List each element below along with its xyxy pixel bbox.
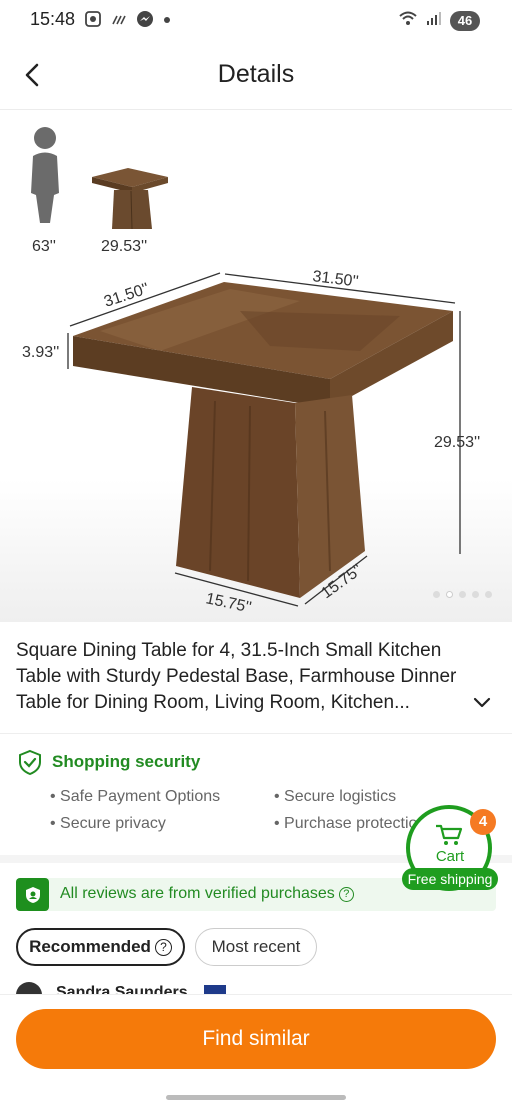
person-height-label: 63'' bbox=[32, 238, 56, 255]
security-item-label: Safe Payment Options bbox=[60, 788, 221, 805]
status-notification-icons bbox=[84, 10, 172, 33]
expand-title-button[interactable] bbox=[470, 690, 494, 714]
dot-icon bbox=[162, 10, 172, 33]
carousel-dot bbox=[485, 591, 492, 598]
verified-text: All reviews are from verified purchases? bbox=[60, 885, 354, 903]
table-dimension-illustration: 63'' 29.53'' 31.50'' 31.50'' 3.93'' 29.5… bbox=[22, 127, 480, 617]
status-bar: 15:48 46 bbox=[0, 0, 512, 40]
status-time: 15:48 bbox=[30, 9, 76, 29]
carousel-dot bbox=[472, 591, 479, 598]
home-indicator[interactable] bbox=[166, 1095, 346, 1100]
divider bbox=[0, 733, 512, 734]
product-image-gallery[interactable]: 63'' 29.53'' 31.50'' 31.50'' 3.93'' 29.5… bbox=[0, 111, 512, 622]
sort-most-recent-button[interactable]: Most recent bbox=[195, 928, 317, 966]
cell-signal-icon bbox=[426, 9, 442, 32]
review-item: Sandra Saunders bbox=[16, 982, 496, 994]
security-item: • Safe Payment Options bbox=[50, 788, 221, 805]
wifi-icon bbox=[398, 9, 418, 32]
sort-recent-label: Most recent bbox=[211, 937, 301, 956]
carousel-dot bbox=[459, 591, 466, 598]
avatar bbox=[16, 982, 42, 994]
scan-icon bbox=[84, 10, 102, 33]
base-left-label: 15.75'' bbox=[204, 590, 253, 616]
person-silhouette-icon bbox=[31, 127, 59, 223]
top-right-width-label: 31.50'' bbox=[312, 268, 360, 290]
product-details-page: 15:48 46 Details 63'' 29.53'' 31.50'' 31… bbox=[0, 0, 512, 1109]
shield-check-icon bbox=[19, 749, 41, 776]
uk-flag-icon bbox=[204, 985, 226, 994]
battery-indicator: 46 bbox=[450, 10, 480, 31]
security-item-label: Secure privacy bbox=[60, 815, 166, 832]
product-title: Square Dining Table for 4, 31.5-Inch Sma… bbox=[16, 640, 457, 713]
security-header: Shopping security bbox=[16, 748, 496, 776]
free-shipping-badge: Free shipping bbox=[402, 868, 498, 890]
carousel-dot-active bbox=[446, 591, 453, 598]
cart-count-badge: 4 bbox=[470, 809, 496, 835]
top-app-bar: Details bbox=[0, 40, 512, 110]
help-icon[interactable]: ? bbox=[154, 938, 172, 956]
sort-recommended-label: Recommended bbox=[29, 937, 151, 956]
chevron-down-icon bbox=[473, 697, 491, 708]
shopping-cart-icon bbox=[436, 824, 463, 845]
cart-label: Cart bbox=[435, 848, 465, 865]
small-table-height-label: 29.53'' bbox=[101, 238, 147, 255]
security-item: • Secure privacy bbox=[50, 815, 166, 832]
find-similar-button[interactable]: Find similar bbox=[16, 1009, 496, 1069]
sort-recommended-button[interactable]: Recommended ? bbox=[16, 928, 185, 966]
signal-slash-icon bbox=[110, 10, 128, 33]
bottom-action-bar: Find similar bbox=[0, 994, 512, 1109]
security-item: • Secure logistics bbox=[274, 788, 397, 805]
security-item-label: Secure logistics bbox=[284, 788, 397, 805]
carousel-indicator bbox=[433, 591, 492, 598]
messenger-icon bbox=[136, 10, 154, 33]
main-table-drawing bbox=[73, 282, 453, 598]
verified-label: All reviews are from verified purchases bbox=[60, 885, 335, 902]
table-height-label: 29.53'' bbox=[434, 434, 480, 451]
help-icon[interactable]: ? bbox=[338, 887, 354, 902]
carousel-dot bbox=[433, 591, 440, 598]
page-title: Details bbox=[217, 60, 295, 88]
top-thickness-label: 3.93'' bbox=[22, 344, 59, 361]
verified-badge-icon bbox=[16, 878, 49, 911]
cart-floating-button[interactable]: Cart 4 Free shipping bbox=[402, 805, 498, 897]
reviewer-name: Sandra Saunders bbox=[56, 984, 188, 994]
status-system-icons: 46 bbox=[398, 9, 480, 32]
security-title: Shopping security bbox=[52, 752, 201, 771]
small-table-thumbnail bbox=[92, 168, 168, 230]
